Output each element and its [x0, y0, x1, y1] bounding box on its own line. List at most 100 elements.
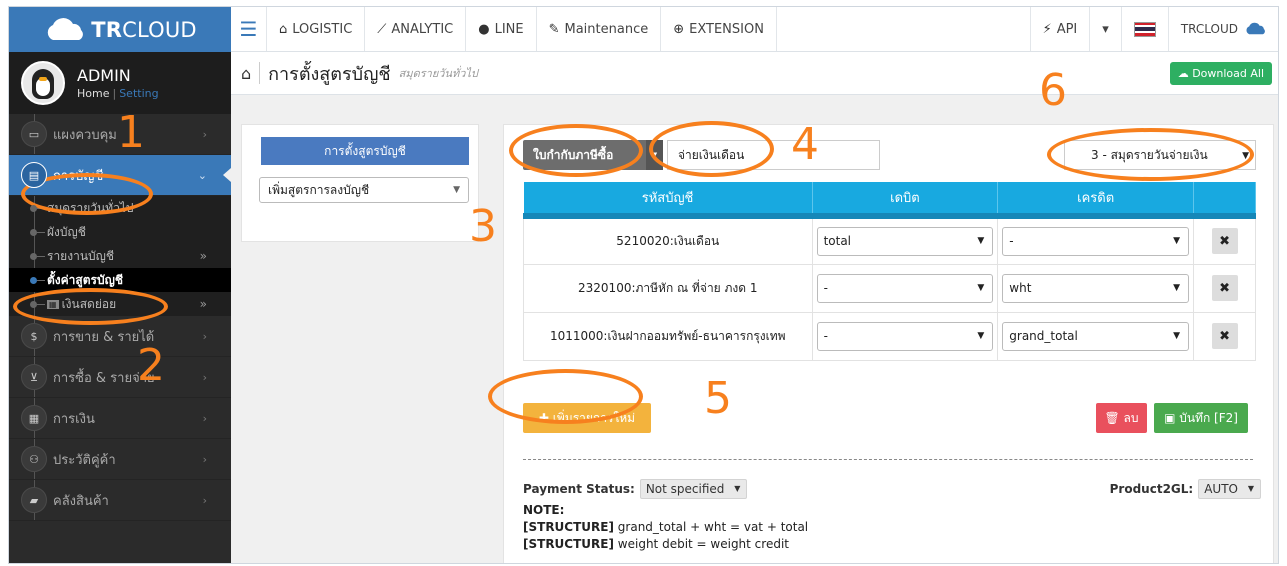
add-row-button[interactable]: ✚ เพิ่มรายการใหม่ — [523, 403, 651, 433]
nav-spacer — [777, 7, 1031, 51]
caret-down-icon: ▼ — [1173, 330, 1181, 341]
caret-down-icon: ▼ — [1242, 151, 1249, 161]
credit-select[interactable]: wht ▼ — [1002, 273, 1190, 303]
setting-link[interactable]: Setting — [119, 87, 158, 100]
structure-rule: weight debit = weight credit — [617, 537, 789, 551]
chevron-right-icon: › — [202, 411, 207, 425]
debit-select[interactable]: - ▼ — [816, 273, 994, 303]
truck-icon: ▰ — [21, 487, 47, 513]
sidebar-item-label: การบัญชี — [53, 168, 104, 184]
app-window: TR CLOUD ☰ ⌂ LOGISTIC ⟋ ANALYTIC ● LINE ✎ Mai… — [8, 6, 1279, 564]
chevron-right-icon: › — [202, 127, 207, 141]
sidebar-submenu: สมุดรายวันทั่วไป ผังบัญชี รายงานบัญชี » ต… — [9, 196, 231, 316]
sidebar-subitem-petty-cash[interactable]: ▦ เงินสดย่อย » — [9, 292, 231, 316]
sidebar: ADMIN Home | Setting ▭ แผงควบคุม › ▤ การบัญชี… — [9, 52, 231, 563]
debit-value: - — [823, 329, 828, 343]
payment-status-value: Not specified — [645, 482, 725, 496]
close-icon: ✖ — [1219, 328, 1230, 344]
sidebar-item-contacts[interactable]: ⚇ ประวัติคู่ค้า › — [9, 439, 231, 480]
account-cell: 2320100:ภาษีหัก ณ ที่จ่าย ภงด 1 — [523, 263, 813, 313]
product2gl-row: Product2GL: AUTO ▼ — [1110, 479, 1261, 499]
sidebar-subitem-chart-of-accounts[interactable]: ผังบัญชี — [9, 220, 231, 244]
payment-status-row: Payment Status: Not specified ▼ — [523, 479, 748, 499]
document-type-button[interactable]: ใบกำกับภาษีซื้อ — [523, 140, 646, 170]
nav-dropdown[interactable]: ▾ — [1090, 7, 1122, 51]
column-header-actions — [1193, 182, 1256, 219]
remove-row-button[interactable]: ✖ — [1211, 228, 1238, 255]
product2gl-select[interactable]: AUTO ▼ — [1198, 479, 1261, 499]
nav-api[interactable]: ⚡ API — [1031, 7, 1091, 51]
debit-value: - — [823, 281, 828, 295]
download-all-button[interactable]: ☁ Download All — [1169, 62, 1272, 85]
remove-row-button[interactable]: ✖ — [1211, 275, 1238, 301]
nav-logistic[interactable]: ⌂ LOGISTIC — [267, 7, 366, 51]
account-label: TRCLOUD — [1180, 22, 1238, 36]
formula-name-input[interactable]: จ่ายเงินเดือน — [667, 140, 880, 170]
credit-select[interactable]: grand_total ▼ — [1002, 321, 1190, 351]
wrench-icon: ✎ — [548, 21, 560, 37]
debit-select[interactable]: total ▼ — [816, 226, 994, 256]
formula-select[interactable]: เพิ่มสูตรการลงบัญชี ▼ — [259, 177, 469, 203]
caret-down-icon: ▼ — [1173, 282, 1181, 293]
calendar-icon: ▦ — [21, 405, 47, 431]
payment-status-label: Payment Status: — [523, 482, 635, 496]
user-panel: ADMIN Home | Setting — [9, 52, 231, 114]
debit-select[interactable]: - ▼ — [816, 321, 994, 351]
nav-label: EXTENSION — [689, 21, 764, 37]
avatar[interactable] — [21, 61, 65, 105]
sidebar-subitem-reports[interactable]: รายงานบัญชี » — [9, 244, 231, 268]
caret-down-icon: ▾ — [1102, 21, 1109, 37]
sidebar-item-accounting[interactable]: ▤ การบัญชี ⌄ — [9, 155, 231, 196]
account-menu[interactable]: TRCLOUD — [1169, 7, 1278, 51]
formula-table: รหัสบัญชี เดบิต เครดิต 5210020:เงินเดือน… — [523, 182, 1256, 361]
nav-analytic[interactable]: ⟋ ANALYTIC — [365, 7, 467, 51]
logo-text: CLOUD — [122, 17, 197, 42]
credit-select[interactable]: - ▼ — [1002, 226, 1190, 256]
credit-value: wht — [1009, 281, 1032, 295]
delete-label: ลบ — [1123, 410, 1139, 425]
home-link[interactable]: Home — [77, 87, 109, 100]
caret-down-icon: ▼ — [1247, 484, 1254, 493]
sidebar-item-sales[interactable]: $ การขาย & รายได้ › — [9, 316, 231, 357]
remove-row-button[interactable]: ✖ — [1211, 323, 1238, 349]
page-header: ⌂ การตั้งสูตรบัญชี สมุดรายวันทั่วไป ☁ Do… — [231, 52, 1278, 95]
sidebar-subitem-formula-settings[interactable]: ตั้งค่าสูตรบัญชี — [9, 268, 231, 292]
payment-status-select[interactable]: Not specified ▼ — [639, 479, 748, 499]
home-icon[interactable]: ⌂ — [241, 64, 251, 83]
chat-icon: ● — [478, 21, 490, 37]
nav-extension[interactable]: ⊕ EXTENSION — [661, 7, 777, 51]
sidebar-item-inventory[interactable]: ▰ คลังสินค้า › — [9, 480, 231, 521]
hamburger-icon[interactable]: ☰ — [231, 7, 267, 51]
table-row: 1011000:เงินฝากออมทรัพย์-ธนาคารกรุงเทพ -… — [523, 311, 1256, 361]
language-flag[interactable] — [1122, 7, 1169, 51]
cart-icon: ⊻ — [21, 364, 47, 390]
chart-icon: ⟋ — [377, 21, 387, 37]
trash-icon: 🗑 — [1104, 411, 1124, 425]
page-title: การตั้งสูตรบัญชี — [268, 63, 391, 85]
structure-rule: grand_total + wht = vat + total — [617, 520, 809, 534]
sidebar-item-finance[interactable]: ▦ การเงิน › — [9, 398, 231, 439]
sidebar-item-label: ประวัติคู่ค้า — [53, 452, 116, 468]
column-header-credit: เครดิต — [997, 182, 1195, 219]
close-icon: ✖ — [1219, 280, 1230, 296]
table-row: 2320100:ภาษีหัก ณ ที่จ่าย ภงด 1 - ▼ wht ▼ … — [523, 263, 1256, 313]
save-button[interactable]: ▣ บันทึก [F2] — [1154, 403, 1248, 433]
sidebar-item-purchases[interactable]: ⊻ การซื้อ & รายจ่าย › — [9, 357, 231, 398]
sidebar-item-dashboard[interactable]: ▭ แผงควบคุม › — [9, 114, 231, 155]
nav-maintenance[interactable]: ✎ Maintenance — [537, 7, 662, 51]
document-type-dropdown[interactable]: ▼ — [646, 140, 663, 170]
sidebar-item-label: การซื้อ & รายจ่าย — [53, 370, 155, 386]
sidebar-item-label: การขาย & รายได้ — [53, 329, 155, 345]
plus-icon: ✚ — [538, 411, 553, 425]
nav-label: LOGISTIC — [292, 21, 353, 37]
formula-select-value: เพิ่มสูตรการลงบัญชี — [268, 182, 370, 197]
sidebar-item-label: การเงิน — [53, 411, 95, 427]
sidebar-subitem-journal[interactable]: สมุดรายวันทั่วไป — [9, 196, 231, 220]
delete-button[interactable]: 🗑 ลบ — [1096, 403, 1147, 433]
thai-flag-icon — [1133, 21, 1156, 37]
nav-line[interactable]: ● LINE — [466, 7, 537, 51]
credit-value: - — [1009, 234, 1014, 249]
brand-logo[interactable]: TR CLOUD — [9, 7, 231, 52]
journal-book-select[interactable]: 3 - สมุดรายวันจ่ายเงิน ▼ — [1064, 140, 1256, 170]
cloud-download-icon: ☁ — [1177, 67, 1193, 80]
